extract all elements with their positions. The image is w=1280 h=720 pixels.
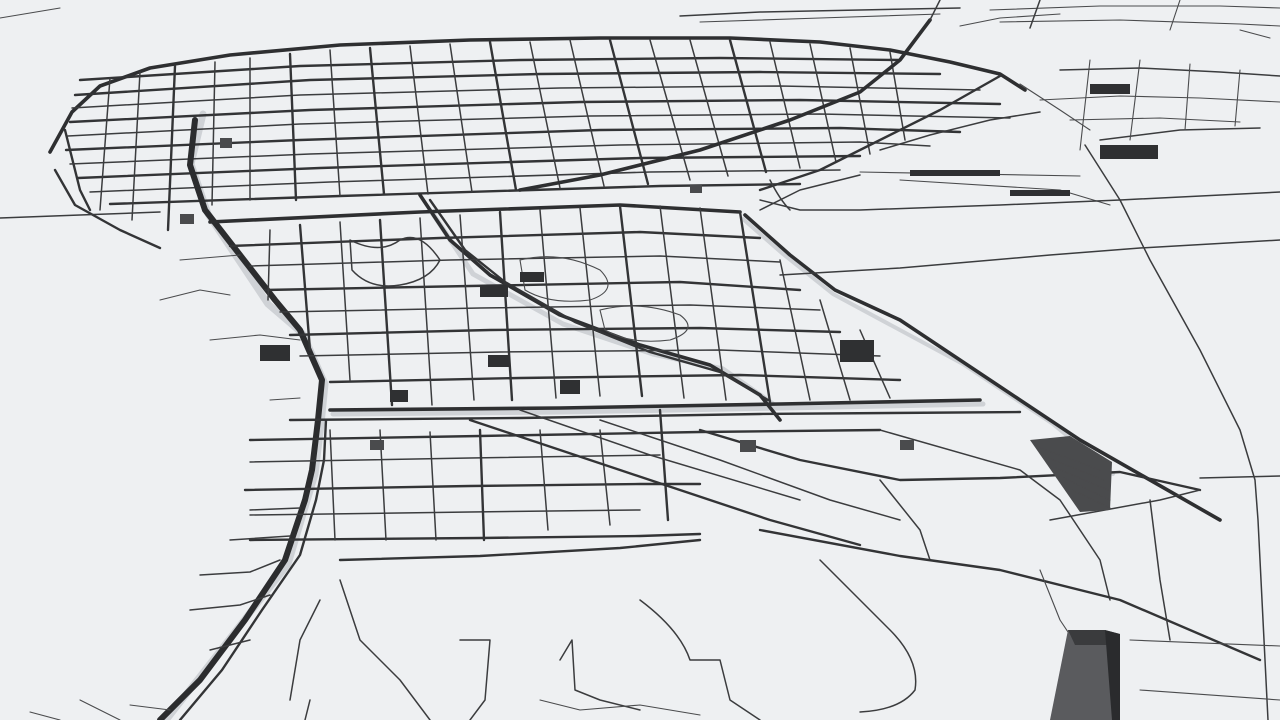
building-block (370, 440, 384, 450)
map-scene[interactable] (0, 0, 1280, 720)
building-block (488, 355, 510, 367)
building-block (900, 440, 914, 450)
building-block (740, 440, 756, 452)
building-block (1100, 145, 1158, 159)
building-block (690, 185, 702, 193)
building-block (220, 138, 232, 148)
building-block (520, 272, 544, 282)
building-block (1090, 84, 1130, 94)
building-block (180, 214, 194, 224)
building-block (480, 285, 508, 297)
building-block (260, 345, 290, 361)
building-block (1010, 190, 1070, 196)
building-block (560, 380, 580, 394)
map-canvas[interactable] (0, 0, 1280, 720)
building-block (910, 170, 1000, 176)
ground-plane (0, 0, 1280, 720)
building-block (390, 390, 408, 402)
building-block (840, 340, 874, 362)
